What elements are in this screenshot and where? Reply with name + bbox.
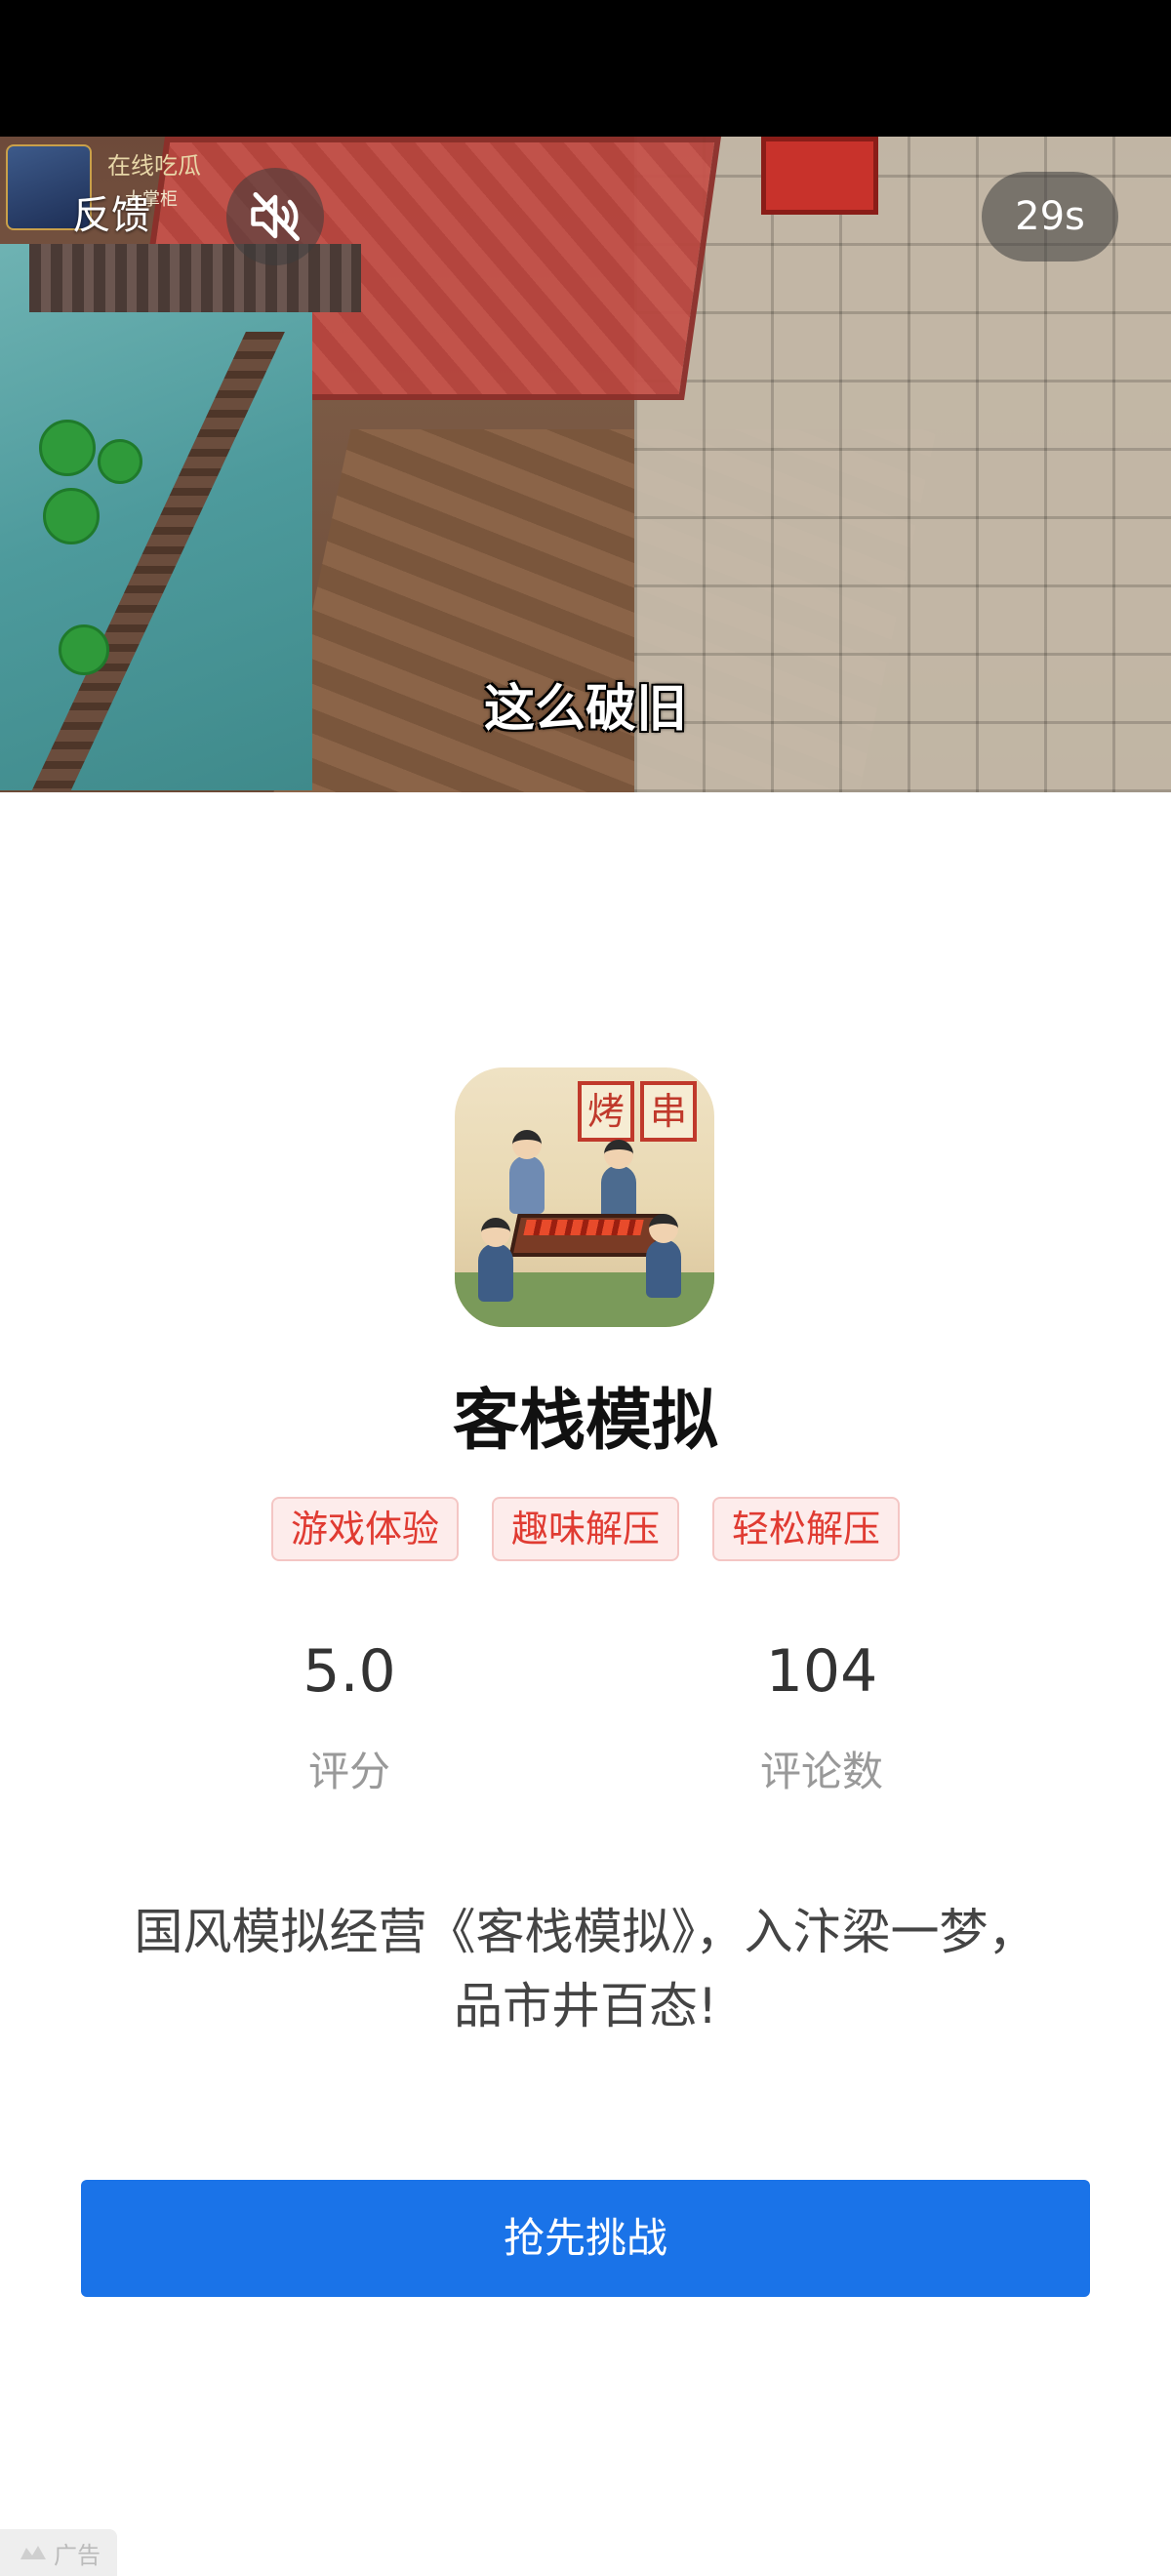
rating-label: 评分 [307, 1748, 390, 1795]
icon-person-head [481, 1218, 510, 1247]
icon-sign: 烤 [578, 1081, 634, 1142]
app-description: 国风模拟经营《客栈模拟》，入汴梁一梦， 品市井百态! [78, 1895, 1093, 2043]
description-line: 品市井百态! [453, 1978, 718, 2034]
tag: 趣味解压 [491, 1497, 679, 1561]
video-subtitle: 这么破旧 [483, 680, 687, 739]
player-name: 在线吃瓜 [107, 152, 201, 180]
rating-stat: 5.0 评分 [203, 1637, 496, 1798]
rating-value: 5.0 [303, 1637, 396, 1706]
description-line: 国风模拟经营《客栈模拟》，入汴梁一梦， [134, 1904, 1037, 1960]
feedback-button[interactable]: 反馈 [72, 191, 150, 240]
mute-icon [251, 192, 300, 241]
lily-pad [43, 488, 100, 544]
tag-list: 游戏体验 趣味解压 轻松解压 [0, 1497, 1171, 1561]
icon-sign: 串 [640, 1081, 697, 1142]
tag: 游戏体验 [270, 1497, 459, 1561]
reviews-stat: 104 评论数 [675, 1637, 968, 1798]
app-title: 客栈模拟 [452, 1383, 718, 1460]
icon-person [646, 1239, 681, 1298]
icon-person-head [604, 1140, 633, 1169]
mute-button[interactable] [226, 168, 324, 265]
icon-person [509, 1155, 545, 1214]
cloud-logo-icon [20, 2546, 46, 2559]
tag: 轻松解压 [712, 1497, 901, 1561]
game-roof [29, 244, 361, 312]
download-button[interactable]: 抢先挑战 [81, 2180, 1090, 2297]
icon-person [478, 1243, 513, 1302]
reviews-value: 104 [765, 1637, 878, 1706]
reviews-label: 评论数 [759, 1748, 883, 1795]
lily-pad [98, 439, 142, 484]
countdown-timer: 29s [982, 172, 1118, 262]
lily-pad [39, 420, 96, 476]
icon-person-head [512, 1130, 542, 1159]
ad-badge: 广告 [0, 2529, 117, 2576]
icon-coals [523, 1220, 644, 1235]
icon-person-head [649, 1214, 678, 1243]
app-icon[interactable]: 烤 串 [455, 1067, 714, 1327]
ad-label: 广告 [54, 2541, 101, 2569]
game-red-chest [761, 137, 878, 215]
status-bar [0, 0, 1171, 137]
